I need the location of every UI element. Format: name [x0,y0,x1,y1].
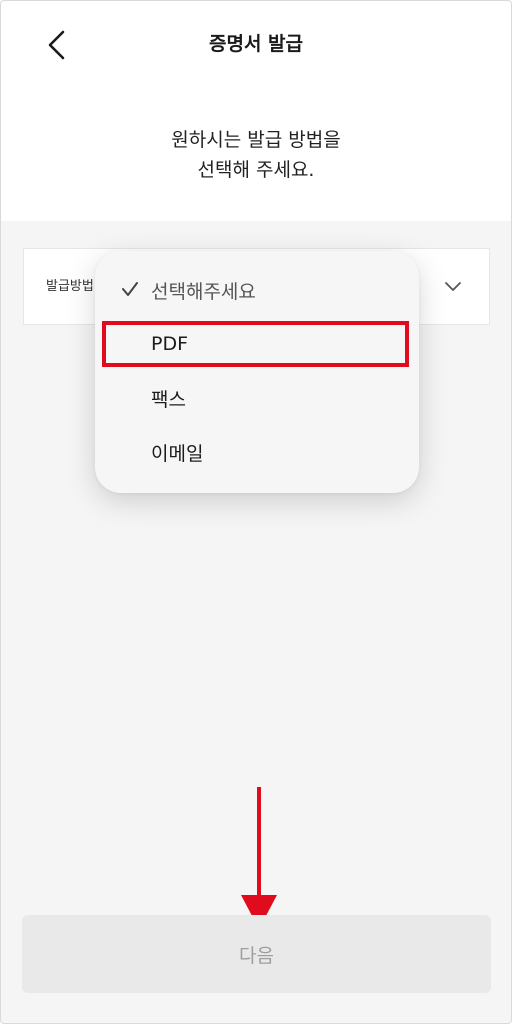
next-button[interactable]: 다음 [22,915,491,993]
select-label: 발급방법 [46,279,94,294]
dropdown-menu: 선택해주세요 PDF 팩스 이메일 [95,251,419,493]
dropdown-option-placeholder[interactable]: 선택해주세요 [95,265,419,315]
header: 증명서 발급 원하시는 발급 방법을 선택해 주세요. [1,1,511,221]
dropdown-option-label: 팩스 [151,388,186,411]
page-title: 증명서 발급 [208,33,303,55]
dropdown-option-label: 선택해주세요 [151,280,256,303]
dropdown-option-email[interactable]: 이메일 [95,427,419,477]
checkmark-icon [122,282,138,296]
app-screen: 증명서 발급 원하시는 발급 방법을 선택해 주세요. 발급방법 선택해주세요 … [0,0,512,1024]
instruction-line-1: 원하시는 발급 방법을 [171,129,341,151]
instruction-line-2: 선택해 주세요. [197,159,315,181]
down-arrow-annotation-icon [241,787,277,929]
instruction-text: 원하시는 발급 방법을 선택해 주세요. [1,125,511,185]
chevron-down-icon [445,282,461,291]
dropdown-option-label: PDF [151,333,189,355]
dropdown-option-pdf[interactable]: PDF [95,319,419,369]
dropdown-option-fax[interactable]: 팩스 [95,373,419,423]
dropdown-option-label: 이메일 [151,442,204,465]
